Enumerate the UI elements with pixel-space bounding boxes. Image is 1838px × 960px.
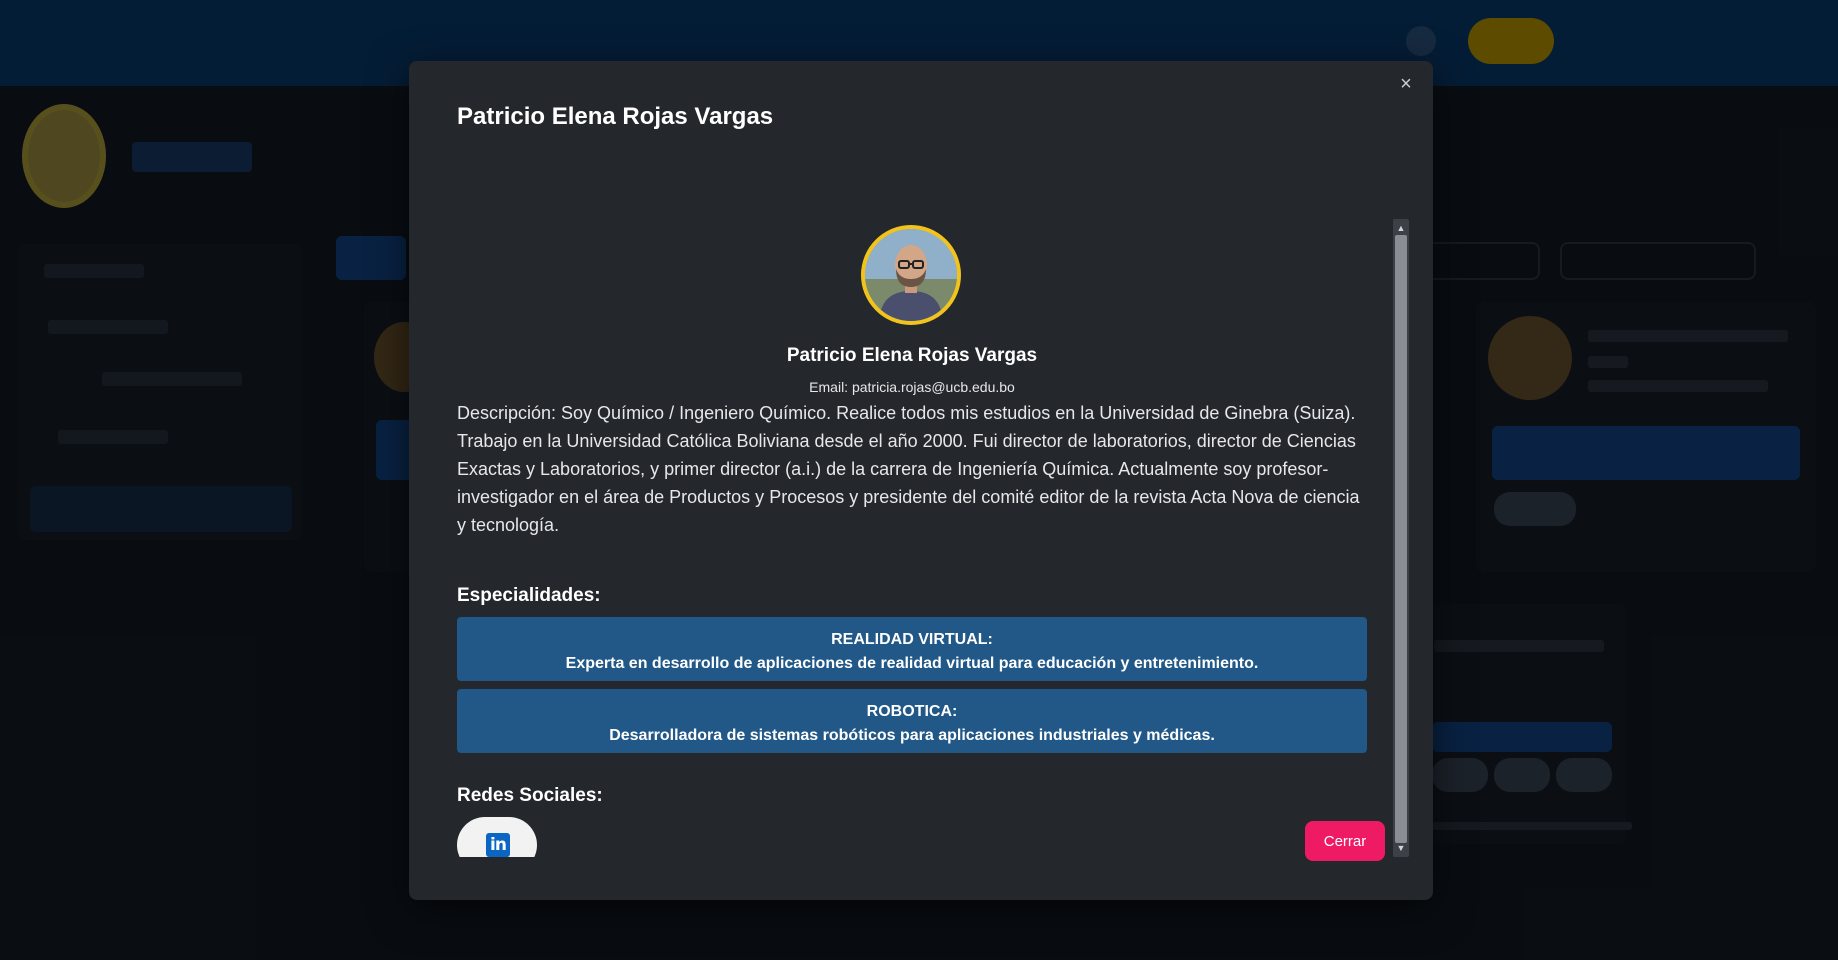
- close-icon[interactable]: ×: [1393, 71, 1419, 97]
- specialty-description: Desarrolladora de sistemas robóticos par…: [609, 727, 1215, 744]
- profile-email: Email: patricia.rojas@ucb.edu.bo: [809, 379, 1015, 395]
- linkedin-icon: in: [486, 833, 510, 857]
- profile-description: Descripción: Soy Químico / Ingeniero Quí…: [457, 403, 1360, 535]
- social-heading: Redes Sociales:: [457, 785, 603, 806]
- specialty-card: ROBOTICA: Desarrolladora de sistemas rob…: [457, 689, 1367, 753]
- modal-scrollbar[interactable]: ▲ ▼: [1393, 219, 1409, 857]
- specialty-card: REALIDAD VIRTUAL: Experta en desarrollo …: [457, 617, 1367, 681]
- avatar-photo: [865, 229, 957, 321]
- modal-title: Patricio Elena Rojas Vargas: [457, 103, 774, 130]
- specialties-heading: Especialidades:: [457, 585, 601, 606]
- profile-name: Patricio Elena Rojas Vargas: [786, 345, 1038, 366]
- specialty-title: ROBOTICA:: [866, 703, 958, 720]
- specialty-description: Experta en desarrollo de aplicaciones de…: [565, 655, 1259, 672]
- scroll-up-icon[interactable]: ▲: [1393, 221, 1409, 235]
- close-button[interactable]: Cerrar: [1305, 821, 1385, 861]
- scroll-down-icon[interactable]: ▼: [1393, 841, 1409, 855]
- profile-avatar: [861, 225, 961, 325]
- profile-modal: × Patricio Elena Rojas Vargas Patricio E…: [409, 61, 1433, 900]
- modal-body[interactable]: Patricio Elena Rojas Vargas Email: patri…: [457, 219, 1367, 857]
- linkedin-button[interactable]: in: [457, 817, 537, 857]
- specialty-title: REALIDAD VIRTUAL:: [831, 631, 993, 648]
- scrollbar-thumb[interactable]: [1395, 235, 1407, 843]
